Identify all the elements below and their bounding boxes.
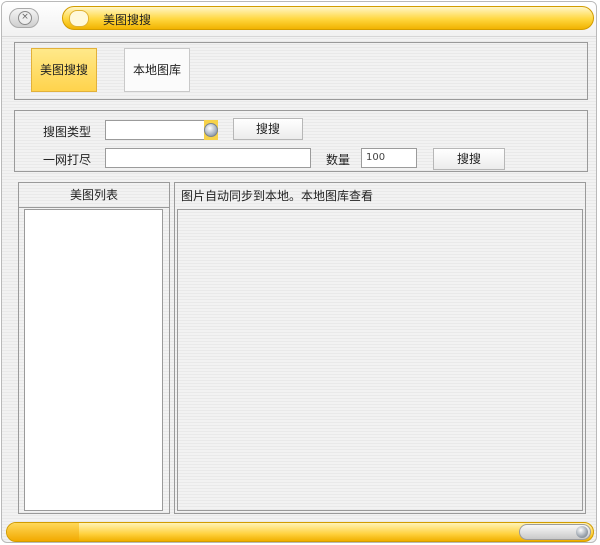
image-list-header: 美图列表 (19, 183, 169, 208)
title-pill: 美图搜搜 (62, 6, 594, 30)
content-panel: 图片自动同步到本地。本地图库查看 (174, 182, 586, 514)
tab-meitu-search[interactable]: 美图搜搜 (31, 48, 97, 92)
resize-handle[interactable] (519, 524, 591, 540)
count-input[interactable]: 100 (361, 148, 417, 168)
title-cap-icon (69, 10, 89, 27)
chevron-down-icon[interactable] (204, 123, 218, 137)
image-list-panel: 美图列表 (18, 182, 170, 514)
image-list[interactable] (24, 209, 163, 511)
keyword-input[interactable] (105, 148, 311, 168)
close-icon: × (18, 11, 32, 25)
tab-panel: 美图搜搜 本地图库 (14, 42, 588, 100)
status-bar-left (7, 523, 79, 541)
search-panel: 搜图类型 搜搜 一网打尽 数量 100 搜搜 (14, 110, 588, 172)
title-bar[interactable]: × 美图搜搜 (2, 2, 596, 37)
window-title: 美图搜搜 (103, 13, 152, 27)
status-text: 图片自动同步到本地。本地图库查看 (181, 189, 374, 203)
search-button-2[interactable]: 搜搜 (433, 148, 505, 170)
search-button[interactable]: 搜搜 (233, 118, 303, 140)
close-button[interactable]: × (9, 8, 39, 28)
tab-local-gallery[interactable]: 本地图库 (124, 48, 190, 92)
app-window: × 美图搜搜 美图搜搜 本地图库 搜图类型 搜搜 一网打尽 数量 100 搜搜 … (1, 1, 597, 543)
count-label: 数量 (326, 153, 351, 167)
status-bar (6, 522, 594, 542)
knob-icon (576, 526, 588, 538)
search-type-label: 搜图类型 (43, 125, 92, 139)
image-preview-area[interactable] (177, 209, 583, 511)
search-type-select[interactable] (105, 120, 205, 140)
keyword-label: 一网打尽 (43, 153, 92, 167)
